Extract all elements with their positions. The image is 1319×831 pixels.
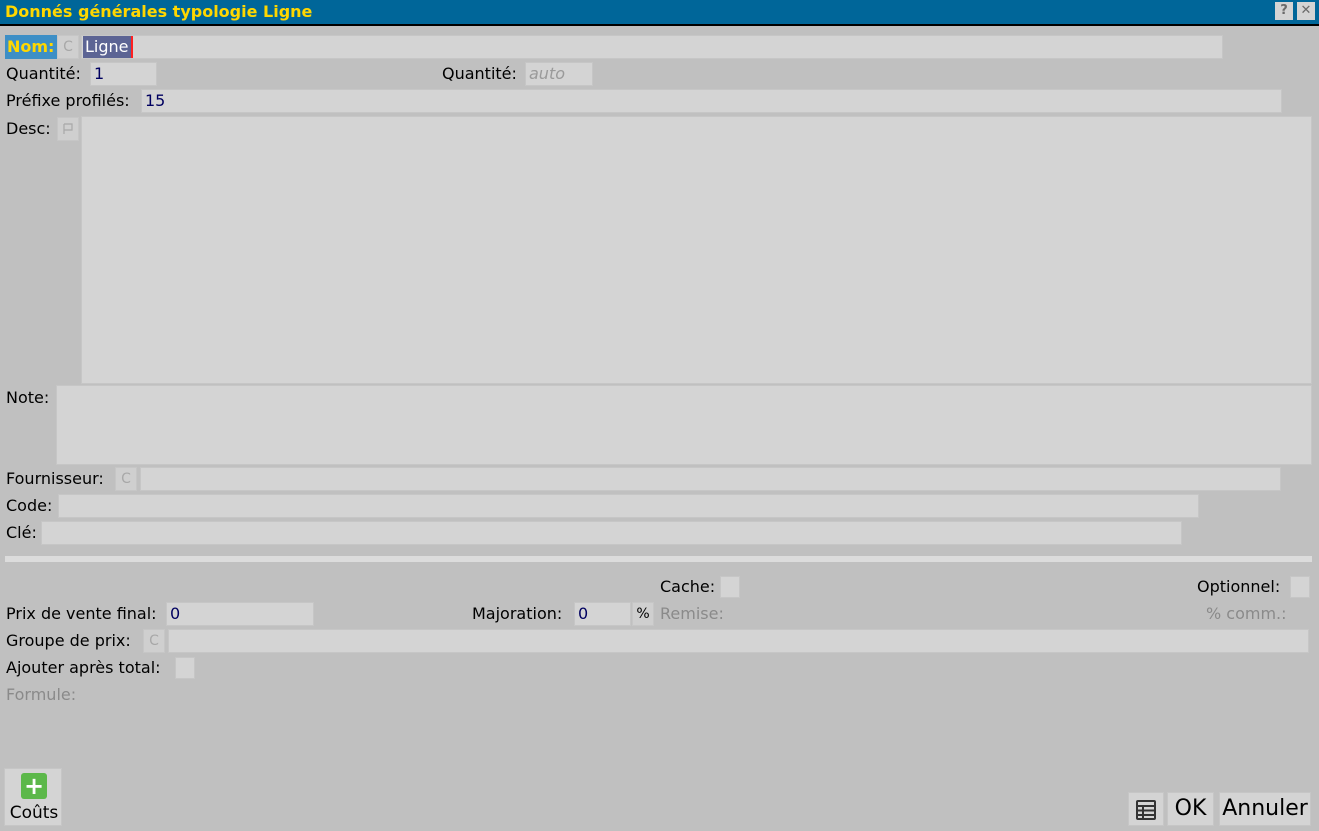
section-separator [5, 556, 1312, 562]
close-button[interactable]: ✕ [1297, 2, 1315, 20]
quantite2-field[interactable]: auto [525, 62, 593, 86]
groupe-c-button[interactable]: C [143, 629, 165, 653]
plus-icon: + [21, 773, 47, 799]
cache-checkbox[interactable] [720, 576, 740, 598]
optionnel-checkbox[interactable] [1290, 576, 1310, 598]
help-button[interactable]: ? [1275, 2, 1293, 20]
table-button[interactable] [1128, 792, 1164, 826]
couts-label: Coûts [9, 803, 59, 823]
fournisseur-field[interactable] [140, 467, 1281, 491]
nom-value: Ligne [83, 36, 133, 58]
code-label: Code: [6, 496, 53, 515]
percent-button[interactable]: % [632, 602, 654, 626]
cle-label: Clé: [6, 523, 37, 542]
ajouter-checkbox[interactable] [175, 657, 195, 679]
note-label: Note: [6, 388, 50, 407]
cache-label: Cache: [660, 577, 716, 596]
quantite2-label: Quantité: [442, 64, 517, 83]
fournisseur-label: Fournisseur: [6, 469, 104, 488]
title-bar: Donnés générales typologie Ligne ? ✕ [0, 0, 1319, 26]
fournisseur-c-button[interactable]: C [115, 467, 137, 491]
prix-label: Prix de vente final: [6, 604, 157, 623]
prefixe-label: Préfixe profilés: [6, 91, 130, 110]
nom-c-button[interactable]: C [57, 35, 79, 59]
remise-label: Remise: [660, 604, 724, 623]
groupe-label: Groupe de prix: [6, 631, 131, 650]
couts-button[interactable]: + Coûts [4, 768, 62, 826]
optionnel-label: Optionnel: [1197, 577, 1281, 596]
ajouter-label: Ajouter après total: [6, 658, 161, 677]
prefixe-field[interactable]: 15 [141, 89, 1282, 113]
code-field[interactable] [58, 494, 1199, 518]
annuler-button[interactable]: Annuler [1219, 792, 1311, 826]
quantite-field[interactable]: 1 [90, 62, 157, 86]
formule-label: Formule: [6, 685, 77, 704]
comm-label: % comm.: [1206, 604, 1287, 623]
note-textarea[interactable] [56, 385, 1312, 465]
ok-button[interactable]: OK [1167, 792, 1214, 826]
majoration-field[interactable]: 0 [574, 602, 631, 626]
prix-field[interactable]: 0 [166, 602, 314, 626]
flag-icon[interactable] [57, 117, 79, 141]
groupe-field[interactable] [168, 629, 1309, 653]
nom-field[interactable] [81, 35, 1223, 59]
desc-textarea[interactable] [81, 116, 1312, 384]
desc-label: Desc: [6, 119, 51, 138]
window-title: Donnés générales typologie Ligne [5, 2, 313, 21]
nom-label: Nom: [5, 35, 58, 59]
majoration-label: Majoration: [472, 604, 563, 623]
cle-field[interactable] [41, 521, 1182, 545]
table-icon [1136, 800, 1156, 820]
quantite-label: Quantité: [6, 64, 81, 83]
